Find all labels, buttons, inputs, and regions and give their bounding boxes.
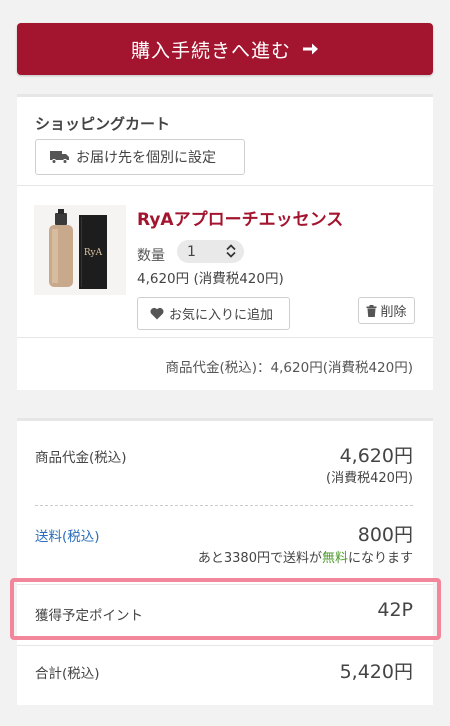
product-logo-text: RyA bbox=[84, 248, 103, 258]
divider bbox=[17, 645, 433, 646]
cart-subtotal: 商品代金(税込)：4,620円(消費税420円) bbox=[165, 360, 413, 376]
add-to-favorites-button[interactable]: お気に入りに追加 bbox=[137, 297, 290, 330]
product-name[interactable]: RyAアプローチエッセンス bbox=[137, 205, 343, 230]
grand-total-label: 合計(税込) bbox=[35, 666, 100, 682]
delete-label: 削除 bbox=[380, 305, 407, 320]
quantity-label: 数量 bbox=[137, 248, 165, 264]
arrow-right-icon bbox=[301, 40, 319, 58]
quantity-value: 1 bbox=[187, 243, 196, 260]
set-delivery-address-button[interactable]: お届け先を個別に設定 bbox=[35, 139, 245, 175]
add-to-favorites-label: お気に入りに追加 bbox=[169, 308, 274, 323]
trash-icon bbox=[366, 304, 377, 317]
heart-icon bbox=[150, 307, 164, 320]
shipping-fee-value: 800円 bbox=[357, 524, 413, 546]
checkout-button[interactable]: 購入手続きへ進む bbox=[17, 23, 433, 75]
item-price: 4,620円 (消費税420円) bbox=[137, 271, 284, 287]
points-highlight-frame bbox=[10, 578, 441, 640]
goods-total-value: 4,620円 bbox=[339, 445, 413, 467]
truck-icon bbox=[50, 150, 70, 164]
delete-button[interactable]: 削除 bbox=[358, 297, 415, 324]
order-summary-panel: 商品代金(税込) 4,620円 (消費税420円) 送料(税込) 800円 あと… bbox=[17, 418, 433, 705]
shipping-fee-link[interactable]: 送料(税込) bbox=[35, 525, 100, 545]
free-shipping-note-prefix: あと3380円で送料が bbox=[197, 551, 322, 566]
goods-total-label: 商品代金(税込) bbox=[35, 450, 127, 466]
free-shipping-note-suffix: になります bbox=[347, 551, 413, 566]
free-shipping-note: あと3380円で送料が無料になります bbox=[198, 547, 413, 566]
product-image[interactable]: RyA bbox=[34, 205, 126, 295]
quantity-select[interactable]: 1 bbox=[177, 240, 244, 263]
divider bbox=[17, 337, 433, 338]
divider bbox=[17, 185, 433, 186]
cart-title: ショッピングカート bbox=[35, 115, 171, 133]
goods-tax: (消費税420円) bbox=[326, 471, 413, 486]
dashed-divider bbox=[35, 505, 413, 506]
cart-panel: ショッピングカート お届け先を個別に設定 RyA RyAアプローチエッセンス 数… bbox=[17, 94, 433, 390]
checkout-label: 購入手続きへ進む bbox=[130, 39, 291, 62]
grand-total-value: 5,420円 bbox=[339, 661, 413, 683]
free-shipping-word: 無料 bbox=[321, 551, 348, 566]
chevron-up-down-icon bbox=[225, 244, 237, 258]
set-delivery-address-label: お届け先を個別に設定 bbox=[76, 150, 216, 166]
